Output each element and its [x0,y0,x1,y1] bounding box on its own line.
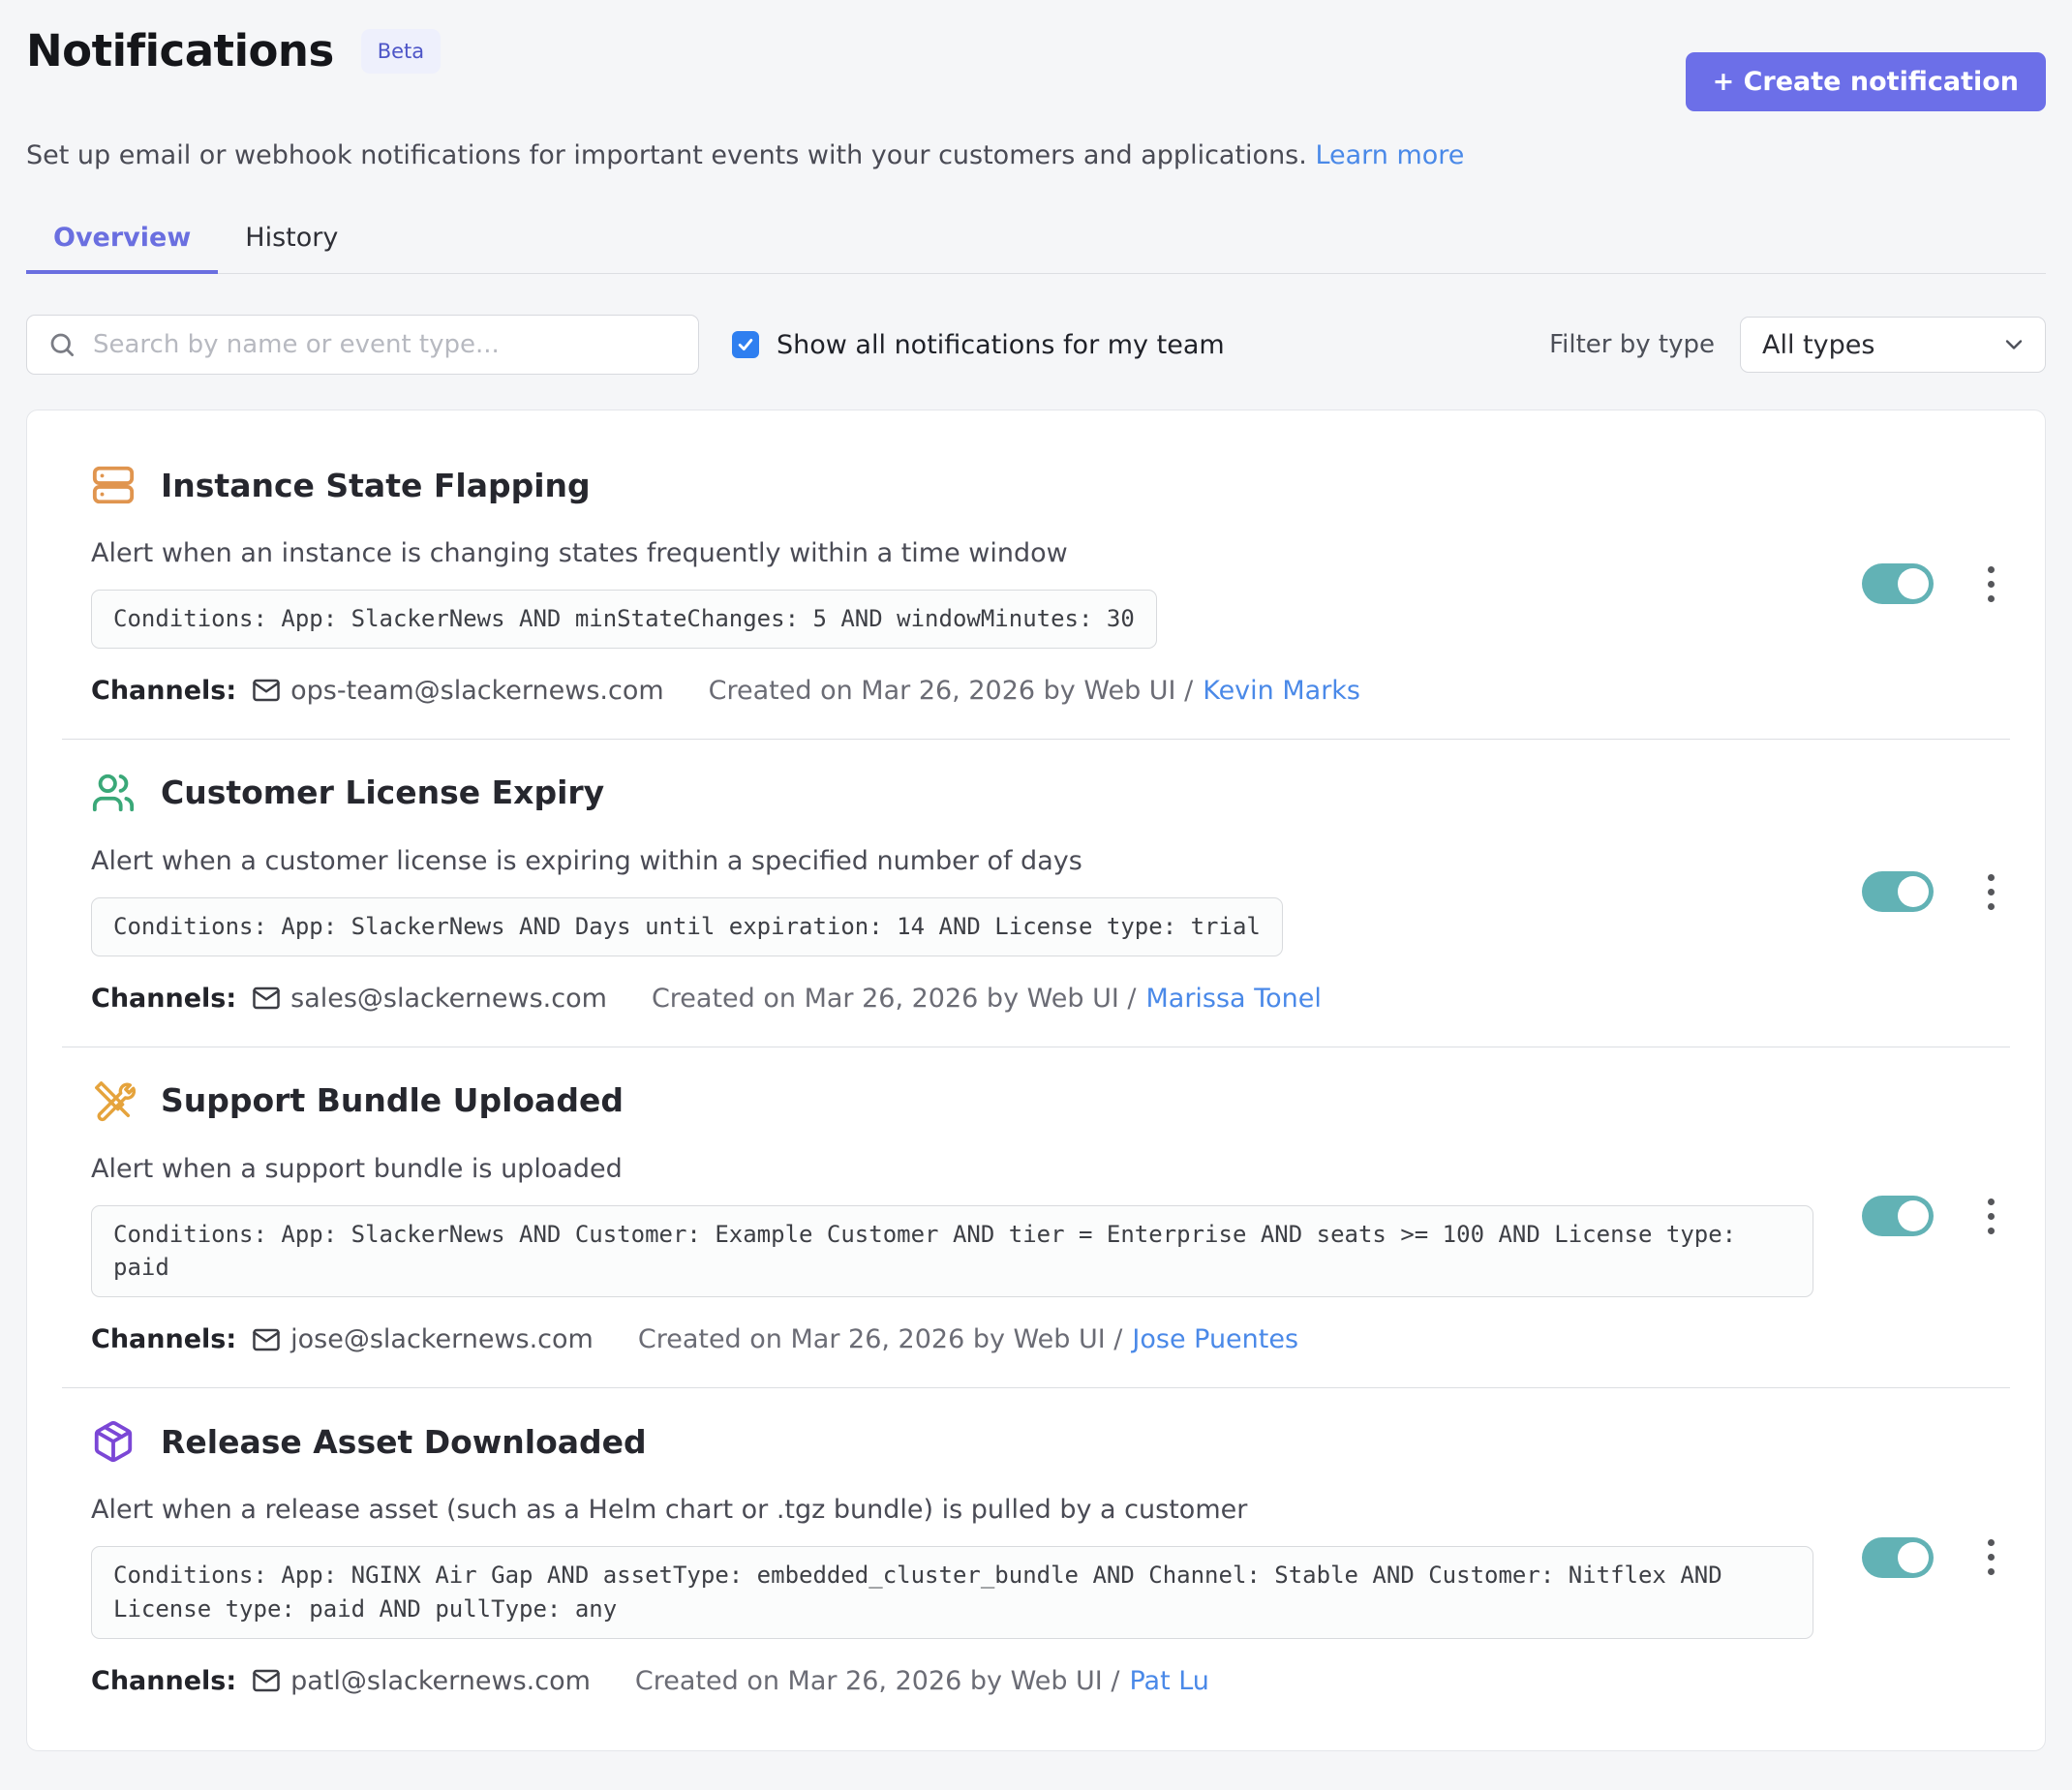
created-text: Created on Mar 26, 2026 by Web UI / [709,676,1194,706]
channels-label: Channels: [91,1666,236,1696]
enable-toggle[interactable] [1862,1196,1934,1236]
row-controls [1862,561,2004,608]
row-main: Support Bundle Uploaded Alert when a sup… [91,1078,1813,1355]
filter-group: Filter by type All types [1549,317,2046,373]
notification-title: Customer License Expiry [161,774,604,811]
search-icon [47,330,76,359]
description-text: Set up email or webhook notifications fo… [26,140,1307,170]
search-box [26,315,699,375]
toggle-knob [1898,876,1929,907]
created-by-link[interactable]: Pat Lu [1129,1666,1208,1696]
toggle-knob [1898,1542,1929,1573]
tab-bar: Overview History [26,207,2046,274]
users-icon [91,771,136,815]
page-title: Notifications [26,25,334,76]
conditions-chip: Conditions: App: SlackerNews AND Days un… [91,897,1283,956]
kebab-menu-icon[interactable] [1978,868,2004,916]
server-icon [91,463,136,507]
tools-icon [91,1078,136,1123]
package-icon [91,1419,136,1464]
tab-overview[interactable]: Overview [26,207,218,274]
filter-by-type-label: Filter by type [1549,330,1715,359]
toggle-knob [1898,1200,1929,1231]
row-controls [1862,868,2004,916]
created-by-link[interactable]: Marissa Tonel [1145,984,1321,1014]
notification-description: Alert when a customer license is expirin… [91,846,1813,876]
mail-icon [252,984,281,1013]
notification-description: Alert when a support bundle is uploaded [91,1154,1813,1184]
created-text: Created on Mar 26, 2026 by Web UI / [635,1666,1120,1696]
channel-email: patl@slackernews.com [290,1666,591,1696]
chevron-down-icon [2000,331,2027,358]
channels-label: Channels: [91,1324,236,1354]
controls-row: Show all notifications for my team Filte… [26,315,2046,375]
create-notification-button[interactable]: + Create notification [1686,52,2046,111]
row-title-line: Instance State Flapping [91,463,1813,507]
row-main: Instance State Flapping Alert when an in… [91,463,1813,706]
channels-line: Channels: ops-team@slackernews.com Creat… [91,676,1813,706]
created-text: Created on Mar 26, 2026 by Web UI / [652,984,1137,1014]
mail-icon [252,1325,281,1354]
enable-toggle[interactable] [1862,871,1934,912]
enable-toggle[interactable] [1862,563,1934,604]
conditions-chip: Conditions: App: NGINX Air Gap AND asset… [91,1546,1813,1639]
page-description: Set up email or webhook notifications fo… [26,140,2046,170]
channel-email: sales@slackernews.com [290,984,607,1014]
filter-type-select[interactable]: All types [1740,317,2046,373]
row-controls [1862,1193,2004,1240]
notifications-page: Notifications Beta + Create notification… [0,0,2072,1790]
page-header: Notifications Beta + Create notification [26,25,2046,111]
mail-icon [252,1666,281,1695]
search-input[interactable] [26,315,699,375]
row-title-line: Customer License Expiry [91,771,1813,815]
created-text: Created on Mar 26, 2026 by Web UI / [638,1324,1123,1354]
kebab-menu-icon[interactable] [1978,561,2004,608]
channels-line: Channels: sales@slackernews.com Created … [91,984,1813,1014]
notification-row-support-bundle-uploaded: Support Bundle Uploaded Alert when a sup… [62,1047,2010,1388]
notification-title: Instance State Flapping [161,467,591,504]
row-main: Customer License Expiry Alert when a cus… [91,771,1813,1014]
channel-email: jose@slackernews.com [290,1324,594,1354]
row-controls [1862,1533,2004,1581]
row-title-line: Support Bundle Uploaded [91,1078,1813,1123]
notification-title: Support Bundle Uploaded [161,1081,624,1119]
row-main: Release Asset Downloaded Alert when a re… [91,1419,1813,1696]
notification-title: Release Asset Downloaded [161,1423,647,1461]
kebab-menu-icon[interactable] [1978,1533,2004,1581]
notification-row-customer-license-expiry: Customer License Expiry Alert when a cus… [62,739,2010,1047]
notification-row-instance-state-flapping: Instance State Flapping Alert when an in… [62,432,2010,739]
notification-description: Alert when an instance is changing state… [91,538,1813,568]
created-by-link[interactable]: Jose Puentes [1132,1324,1298,1354]
beta-badge: Beta [361,29,441,74]
conditions-chip: Conditions: App: SlackerNews AND minStat… [91,590,1157,649]
filter-type-value: All types [1762,330,1874,360]
enable-toggle[interactable] [1862,1537,1934,1578]
channels-line: Channels: patl@slackernews.com Created o… [91,1666,1813,1696]
tab-history[interactable]: History [218,207,365,274]
channels-line: Channels: jose@slackernews.com Created o… [91,1324,1813,1354]
channels-label: Channels: [91,676,236,706]
kebab-menu-icon[interactable] [1978,1193,2004,1240]
notification-row-release-asset-downloaded: Release Asset Downloaded Alert when a re… [62,1387,2010,1729]
notification-description: Alert when a release asset (such as a He… [91,1495,1813,1525]
mail-icon [252,676,281,705]
channel-email: ops-team@slackernews.com [290,676,664,706]
conditions-chip: Conditions: App: SlackerNews AND Custome… [91,1205,1813,1298]
title-group: Notifications Beta [26,25,441,76]
row-title-line: Release Asset Downloaded [91,1419,1813,1464]
notifications-list: Instance State Flapping Alert when an in… [26,410,2046,1751]
learn-more-link[interactable]: Learn more [1315,140,1464,170]
team-filter-checkbox-group: Show all notifications for my team [732,330,1225,360]
created-by-link[interactable]: Kevin Marks [1203,676,1360,706]
channels-label: Channels: [91,984,236,1014]
toggle-knob [1898,568,1929,599]
team-filter-checkbox[interactable] [732,331,759,358]
team-filter-label[interactable]: Show all notifications for my team [777,330,1225,360]
checkmark-icon [736,335,755,354]
